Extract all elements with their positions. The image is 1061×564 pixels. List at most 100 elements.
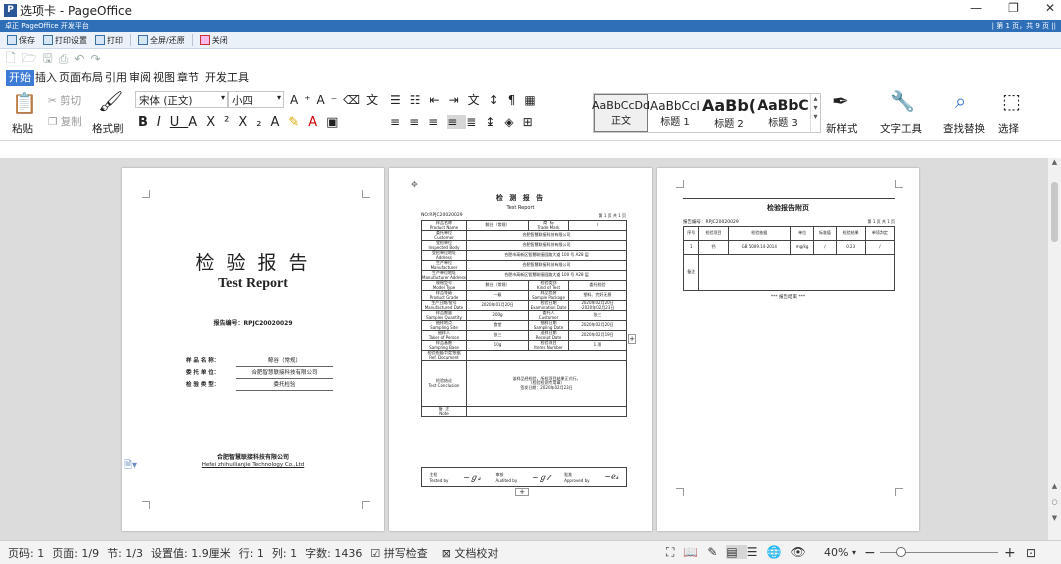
select-button[interactable]: 选择 bbox=[998, 121, 1019, 136]
prev-page-icon[interactable]: ▲ bbox=[1048, 482, 1061, 490]
bold-icon[interactable]: B bbox=[138, 115, 157, 130]
font-name-select[interactable]: 宋体 (正文) ▾ bbox=[135, 91, 228, 108]
style-heading-1[interactable]: AaBbCcI 标题 1 bbox=[648, 94, 702, 132]
select-browse-icon[interactable]: ○ bbox=[1048, 498, 1061, 506]
paragraph-marker-icon[interactable]: 🗎▾ bbox=[124, 458, 137, 475]
read-mode-icon[interactable]: 📖 bbox=[683, 545, 707, 559]
eye-protection-icon[interactable]: 👁 bbox=[790, 545, 814, 559]
grow-font-icon[interactable]: A⁺ bbox=[290, 93, 317, 107]
distributed-icon[interactable]: ≣ bbox=[466, 115, 485, 129]
po-fullscreen-button[interactable]: 全屏/还原 bbox=[135, 33, 188, 47]
open-folder-icon[interactable]: 🗁 bbox=[22, 49, 37, 70]
strikethrough-icon[interactable]: A bbox=[188, 115, 206, 130]
tab-review[interactable]: 审阅 bbox=[128, 70, 152, 86]
chinese-layout-icon[interactable]: 文 bbox=[468, 93, 489, 107]
outline-view-icon[interactable]: ☰ bbox=[747, 545, 767, 559]
next-page-icon[interactable]: ▼ bbox=[1048, 514, 1061, 522]
font-color-icon[interactable]: A bbox=[308, 115, 326, 130]
redo-icon[interactable]: ↷ bbox=[90, 52, 100, 66]
style-heading-3[interactable]: AaBbC 标题 3 bbox=[756, 94, 810, 132]
tab-page-layout[interactable]: 页面布局 bbox=[58, 70, 104, 86]
close-button[interactable]: ✕ bbox=[1045, 1, 1055, 15]
page-test-report[interactable]: ✥ 检 测 报 告 Test Report NO:RPJC20020029 第 … bbox=[389, 168, 652, 531]
po-close-button[interactable]: 关闭 bbox=[197, 33, 231, 47]
style-normal[interactable]: AaBbCcDd 正文 bbox=[592, 94, 650, 132]
align-right-icon[interactable]: ≡ bbox=[428, 115, 447, 129]
decrease-indent-icon[interactable]: ⇤ bbox=[430, 93, 449, 107]
char-border-icon[interactable]: ▣ bbox=[326, 115, 347, 130]
format-painter-icon[interactable]: 🖌 bbox=[98, 89, 123, 113]
line-spacing-icon[interactable]: ↨ bbox=[485, 115, 504, 129]
tab-references[interactable]: 引用 bbox=[104, 70, 128, 86]
tab-insert[interactable]: 插入 bbox=[34, 70, 58, 86]
superscript-icon[interactable]: X² bbox=[206, 115, 238, 130]
bullet-list-icon[interactable]: ☰ bbox=[390, 93, 410, 107]
numbered-list-icon[interactable]: ☷ bbox=[410, 93, 430, 107]
page-appendix[interactable]: 检验报告附页 报告编号：RPJC20020029 第 1 页 共 1 页 序号检… bbox=[657, 168, 919, 531]
cut-button[interactable]: ✂ 剪切 bbox=[48, 93, 81, 108]
zoom-level[interactable]: 40% bbox=[824, 546, 848, 559]
zoom-dropdown-icon[interactable]: ▾ bbox=[852, 548, 856, 557]
scroll-up-icon[interactable]: ▲ bbox=[1048, 158, 1061, 166]
status-row[interactable]: 行: 1 bbox=[239, 545, 264, 561]
undo-icon[interactable]: ↶ bbox=[74, 52, 84, 66]
scroll-thumb[interactable] bbox=[1051, 182, 1058, 242]
zoom-in-icon[interactable]: + bbox=[1004, 545, 1016, 561]
tab-developer[interactable]: 开发工具 bbox=[204, 70, 250, 86]
table-icon[interactable]: ▦ bbox=[524, 93, 544, 107]
paste-button[interactable]: 粘贴 bbox=[12, 121, 33, 136]
zoom-slider-thumb[interactable] bbox=[896, 547, 906, 557]
new-file-icon[interactable]: 🗋 bbox=[6, 49, 16, 70]
text-tools-button[interactable]: 文字工具 bbox=[880, 121, 922, 136]
sort-icon[interactable]: ↕ bbox=[489, 93, 508, 107]
tab-start[interactable]: 开始 bbox=[6, 70, 34, 86]
shrink-font-icon[interactable]: A⁻ bbox=[317, 93, 344, 107]
subscript-icon[interactable]: X₂ bbox=[238, 115, 270, 130]
search-icon[interactable]: ⌕ bbox=[955, 89, 966, 113]
printer-icon[interactable]: ⎙ bbox=[59, 52, 69, 67]
select-cursor-icon[interactable]: ⬚ bbox=[1002, 89, 1021, 113]
write-mode-icon[interactable]: ✎ bbox=[707, 545, 726, 559]
justify-icon[interactable]: ≡ bbox=[447, 115, 467, 129]
status-col[interactable]: 列: 1 bbox=[272, 545, 297, 561]
font-size-select[interactable]: 小四 ▾ bbox=[228, 91, 284, 108]
document-workspace[interactable]: 检 验 报 告 Test Report 报告编号：RPJC20020029 样 … bbox=[0, 158, 1061, 540]
highlight-icon[interactable]: ✎ bbox=[288, 115, 308, 130]
focus-mode-icon[interactable]: ⛶ bbox=[666, 545, 683, 559]
vertical-scrollbar[interactable]: ▲ ▲ ○ ▼ bbox=[1047, 158, 1061, 540]
phonetic-icon[interactable]: 文 bbox=[366, 93, 384, 107]
tab-section[interactable]: 章节 bbox=[176, 70, 200, 86]
new-style-icon[interactable]: ✒ bbox=[832, 89, 849, 113]
underline-icon[interactable]: U bbox=[170, 115, 189, 130]
add-row-icon[interactable]: + bbox=[515, 488, 529, 496]
increase-indent-icon[interactable]: ⇥ bbox=[449, 93, 468, 107]
page-view-icon[interactable]: ▤ bbox=[726, 545, 747, 559]
page-cover[interactable]: 检 验 报 告 Test Report 报告编号：RPJC20020029 样 … bbox=[122, 168, 384, 531]
status-words[interactable]: 字数: 1436 bbox=[305, 545, 362, 561]
format-painter-button[interactable]: 格式刷 bbox=[92, 121, 124, 136]
align-center-icon[interactable]: ≡ bbox=[409, 115, 428, 129]
tab-view[interactable]: 视图 bbox=[152, 70, 176, 86]
po-save-button[interactable]: 保存 bbox=[4, 33, 38, 47]
fit-page-icon[interactable]: ⊡ bbox=[1026, 546, 1036, 560]
align-left-icon[interactable]: ≡ bbox=[390, 115, 409, 129]
restore-button[interactable]: ❐ bbox=[1008, 1, 1019, 15]
minimize-button[interactable]: — bbox=[970, 1, 982, 15]
italic-icon[interactable]: I bbox=[157, 115, 170, 130]
status-pages[interactable]: 页面: 1/9 bbox=[52, 545, 99, 561]
clear-format-icon[interactable]: ⌫ bbox=[343, 93, 366, 107]
copy-button[interactable]: ❐ 复制 bbox=[48, 114, 82, 129]
zoom-out-icon[interactable]: − bbox=[864, 545, 876, 561]
status-page[interactable]: 页码: 1 bbox=[8, 545, 44, 561]
text-effect-icon[interactable]: A bbox=[270, 115, 288, 130]
web-view-icon[interactable]: 🌐 bbox=[767, 545, 791, 559]
save-disk-icon[interactable]: 🖫 bbox=[43, 49, 53, 70]
wrench-icon[interactable]: 🔧 bbox=[890, 89, 915, 113]
style-heading-2[interactable]: AaBb(标题 2 bbox=[702, 94, 756, 132]
proofread-button[interactable]: ⊠ 文档校对 bbox=[442, 545, 499, 561]
paste-icon[interactable]: 📋 bbox=[12, 91, 37, 115]
table-move-handle-icon[interactable]: ✥ bbox=[411, 180, 418, 189]
borders-icon[interactable]: ⊞ bbox=[523, 115, 542, 129]
po-print-settings-button[interactable]: 打印设置 bbox=[40, 33, 90, 47]
find-replace-button[interactable]: 查找替换 bbox=[943, 121, 985, 136]
